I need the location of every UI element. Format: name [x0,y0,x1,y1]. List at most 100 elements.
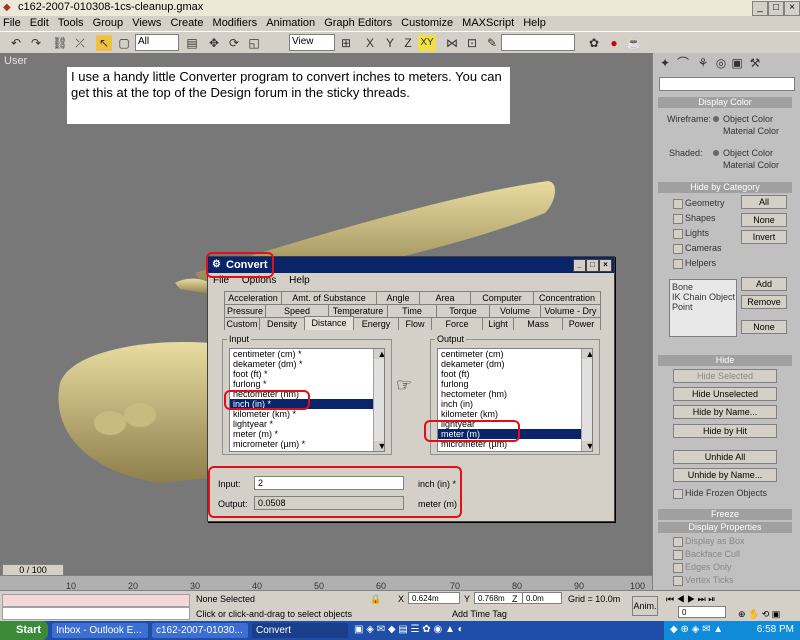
scroll-up-icon[interactable]: ▲ [582,349,592,359]
scroll-down-icon[interactable]: ▼ [374,441,384,451]
minimize-button[interactable]: _ [752,1,768,16]
tab-force[interactable]: Force [431,317,483,330]
tab-torque[interactable]: Torque [436,304,490,317]
display-tab-icon[interactable]: ▣ [729,55,745,71]
reference-coordinate-dropdown[interactable]: View [289,34,335,51]
list-item[interactable]: dekameter (dm) * [230,359,384,369]
remove-button[interactable]: Remove [741,295,787,309]
quick-launch-icons[interactable]: ▣ ◈ ✉ ◆ ▤ ☰ ✿ ◉ ▲ ◐ [354,624,654,637]
list-item[interactable]: centimeter (cm) * [230,349,384,359]
scroll-up-icon[interactable]: ▲ [374,349,384,359]
select-object-icon[interactable]: ↖ [96,35,112,51]
list-item[interactable]: micrometer (µm) * [230,439,384,449]
list-item[interactable]: meter (m) * [230,429,384,439]
unlink-icon[interactable]: ⤫ [72,35,88,51]
unhide-all-button[interactable]: Unhide All [673,450,777,464]
create-tab-icon[interactable]: ✦ [657,55,673,71]
hide-by-name-button[interactable]: Hide by Name... [673,405,777,419]
utilities-tab-icon[interactable]: ⚒ [747,55,763,71]
axis-xy-button[interactable]: XY [418,35,436,51]
axis-z-icon[interactable]: Z [400,35,416,51]
tab-custom[interactable]: Custom [224,317,260,330]
x-coordinate-field[interactable]: 0.624m [408,592,460,604]
add-button[interactable]: Add [741,277,787,291]
select-by-name-icon[interactable]: ▤ [184,35,200,51]
playback-controls[interactable]: ⏮ ◀ ▶ ⏭ ⏯ [666,593,715,605]
list-item[interactable]: kilometer (km) [438,409,592,419]
menu-customize[interactable]: Customize [401,17,453,29]
hide-rollout[interactable]: Hide [658,355,792,366]
list-item[interactable]: inch (in) [438,399,592,409]
none-button[interactable]: None [741,213,787,227]
shaded-object-color-radio[interactable] [713,150,719,156]
list-none-button[interactable]: None [741,320,787,334]
menu-help[interactable]: Help [523,17,546,29]
task-outlook[interactable]: Inbox - Outlook E... [52,623,148,638]
geometry-checkbox[interactable] [673,199,683,209]
maxscript-input[interactable] [2,607,190,620]
display-color-rollout[interactable]: Display Color [658,97,792,108]
tab-amt-of-substance[interactable]: Amt. of Substance [281,291,377,304]
hide-by-hit-button[interactable]: Hide by Hit [673,424,777,438]
lock-selection-icon[interactable]: 🔒 [370,593,381,605]
helpers-checkbox[interactable] [673,259,683,269]
convert-close-button[interactable]: × [599,259,612,272]
task-gmax[interactable]: c162-2007-01030... [152,623,248,638]
tray-icons[interactable]: ◆ ⊕ ◈ ✉ ▲ [670,624,723,635]
selection-filter-dropdown[interactable]: All [135,34,179,51]
tab-light[interactable]: Light [482,317,514,330]
tab-concentration[interactable]: Concentration [533,291,601,304]
list-item[interactable]: hectometer (hm) [438,389,592,399]
shapes-checkbox[interactable] [673,214,683,224]
list-item[interactable]: centimeter (cm) [438,349,592,359]
start-button[interactable]: Start [0,621,48,640]
wireframe-object-color-radio[interactable] [713,116,719,122]
list-item[interactable]: kilometer (km) * [230,409,384,419]
material-editor-icon[interactable]: ✿ [586,35,602,51]
align-icon[interactable]: ⊡ [464,35,480,51]
tab-volume-dry[interactable]: Volume - Dry [540,304,601,317]
maximize-button[interactable]: □ [768,1,784,16]
tab-computer[interactable]: Computer [470,291,534,304]
tab-mass[interactable]: Mass [513,317,563,330]
frame-counter[interactable]: 0 / 100 [2,564,64,576]
display-as-box-checkbox[interactable] [673,537,683,547]
menu-file[interactable]: File [3,17,21,29]
display-properties-rollout[interactable]: Display Properties [658,522,792,533]
menu-create[interactable]: Create [170,17,203,29]
list-item[interactable]: dekameter (dm) [438,359,592,369]
vertex-ticks-checkbox[interactable] [673,576,683,586]
hierarchy-tab-icon[interactable]: ⚘ [695,55,711,71]
backface-cull-checkbox[interactable] [673,550,683,560]
menu-views[interactable]: Views [132,17,161,29]
current-frame-field[interactable]: 0 [678,606,726,618]
z-coordinate-field[interactable]: 0.0m [522,592,562,604]
menu-edit[interactable]: Edit [30,17,49,29]
move-icon[interactable]: ✥ [206,35,222,51]
close-button[interactable]: × [784,1,800,16]
list-item[interactable]: IK Chain Object [672,292,735,302]
menu-modifiers[interactable]: Modifiers [213,17,258,29]
add-time-tag-button[interactable]: Add Time Tag [452,608,507,620]
named-selection-icon[interactable]: ✎ [484,35,500,51]
menu-animation[interactable]: Animation [266,17,315,29]
input-list-scrollbar[interactable]: ▲ ▼ [373,349,384,451]
menu-maxscript[interactable]: MAXScript [462,17,514,29]
axis-y-icon[interactable]: Y [382,35,398,51]
tab-flow[interactable]: Flow [398,317,432,330]
output-list-scrollbar[interactable]: ▲ ▼ [581,349,592,451]
list-item[interactable]: furlong * [230,379,384,389]
render-icon[interactable]: ● [606,35,622,51]
quick-render-icon[interactable]: ☕ [626,35,642,51]
hide-unselected-button[interactable]: Hide Unselected [673,387,777,401]
menu-graph-editors[interactable]: Graph Editors [324,17,392,29]
select-link-icon[interactable]: ⛓ [52,35,68,51]
hide-selected-button[interactable]: Hide Selected [673,369,777,383]
pivot-center-icon[interactable]: ⊞ [338,35,354,51]
redo-icon[interactable]: ↷ [28,35,44,51]
list-item[interactable]: Bone [672,282,693,292]
unhide-by-name-button[interactable]: Unhide by Name... [673,468,777,482]
tab-time[interactable]: Time [387,304,437,317]
tab-energy[interactable]: Energy [353,317,399,330]
menu-tools[interactable]: Tools [58,17,84,29]
